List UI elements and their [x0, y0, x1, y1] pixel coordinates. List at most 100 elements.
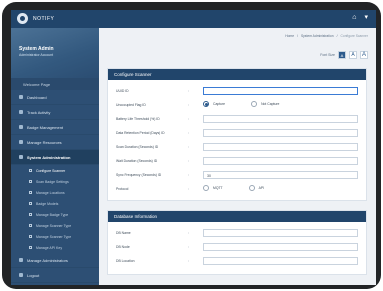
field-sync-frequency: Sync Frequency (Seconds) ID : 30: [108, 168, 366, 182]
db-node-input[interactable]: [203, 243, 358, 251]
radio-not-capture[interactable]: Not Capture: [251, 101, 279, 107]
logout-icon: [19, 273, 23, 277]
radio-mqtt[interactable]: MQTT: [203, 185, 223, 191]
field-colon: :: [188, 230, 190, 235]
breadcrumb-separator: /: [336, 34, 338, 38]
subitem-label: Scan Badge Settings: [36, 179, 69, 184]
subitem-label: Badge Models: [36, 201, 59, 206]
uuid-input[interactable]: [203, 87, 358, 95]
radio-unselected-icon: [248, 185, 255, 191]
dashboard-icon: [19, 95, 23, 99]
subitem-manage-badge-type[interactable]: Manage Badge Type: [11, 209, 99, 220]
radio-label: Capture: [213, 102, 226, 106]
field-label: DB Node: [116, 245, 130, 249]
welcome-link[interactable]: Welcome Page: [11, 78, 99, 90]
field-colon: :: [188, 186, 190, 191]
font-size-label: Font Size: [320, 53, 335, 57]
subitem-manage-api-key[interactable]: Manage API Key: [11, 242, 99, 253]
app-screen: NOTIFY ⌂ ▾ System Admin Administrator Ac…: [11, 10, 376, 285]
sidebar-item-manage-resources[interactable]: Manage Resources: [11, 135, 99, 150]
model-icon: [29, 202, 32, 205]
field-label: Battery Life Threshold (%) ID: [116, 117, 160, 121]
sidebar-item-badge-management[interactable]: Badge Management: [11, 120, 99, 135]
breadcrumb-row: Home / System Administration / Configure…: [99, 28, 376, 42]
battery-life-input[interactable]: [203, 115, 358, 123]
sidebar-item-manage-administrators[interactable]: Manage Administrators: [11, 253, 99, 268]
field-scan-duration: Scan Duration (Seconds) ID :: [108, 140, 366, 154]
profile-subtitle: Administrator Account: [19, 53, 54, 57]
radio-label: Not Capture: [261, 102, 280, 106]
subitem-manage-scanner-type-2[interactable]: Manage Scanner Type: [11, 231, 99, 242]
subitem-manage-locations[interactable]: Manage Locations: [11, 187, 99, 198]
top-bar: NOTIFY ⌂ ▾: [11, 10, 376, 28]
radio-label: API: [258, 186, 265, 190]
home-icon[interactable]: ⌂: [352, 14, 356, 22]
subitem-scan-badge-settings[interactable]: Scan Badge Settings: [11, 176, 99, 187]
field-unoccupied-flag: Unoccupied Flag ID : Capture Not Capture: [108, 98, 366, 112]
users-icon: [19, 258, 23, 262]
field-battery-life: Battery Life Threshold (%) ID :: [108, 112, 366, 126]
profile-panel: System Admin Administrator Account: [11, 28, 99, 78]
profile-title: System Admin: [19, 46, 54, 52]
subitem-label: Manage Scanner Type: [36, 223, 72, 228]
wait-duration-input[interactable]: [203, 157, 358, 165]
breadcrumb-home[interactable]: Home: [285, 34, 294, 38]
sidebar-item-label: Badge Management: [27, 124, 64, 130]
tablet-frame: NOTIFY ⌂ ▾ System Admin Administrator Ac…: [2, 2, 381, 289]
sidebar-item-label: Manage Administrators: [27, 257, 68, 263]
field-uuid: UUID ID :: [108, 84, 366, 98]
configure-scanner-header: Configure Scanner: [108, 69, 366, 80]
sidebar-item-track-activity[interactable]: Track Activity: [11, 105, 99, 120]
app-name: NOTIFY: [33, 15, 55, 22]
radio-label: MQTT: [213, 186, 223, 190]
field-db-node: DB Node :: [108, 240, 366, 254]
field-label: Sync Frequency (Seconds) ID: [116, 173, 162, 177]
subitem-badge-models[interactable]: Badge Models: [11, 198, 99, 209]
top-icons: ⌂ ▾: [352, 14, 368, 22]
subitem-label: Configure Scanner: [36, 168, 66, 173]
field-wait-duration: Wait Duration (Seconds) ID :: [108, 154, 366, 168]
font-size-large-button[interactable]: A: [360, 51, 368, 59]
font-size-control: Font Size A A A: [320, 51, 368, 59]
scanner-type-icon: [29, 235, 32, 238]
field-label: DB Name: [116, 231, 131, 235]
field-db-name: DB Name :: [108, 226, 366, 240]
key-icon: [29, 246, 32, 249]
settings-icon: [29, 180, 32, 183]
sidebar-item-label: Track Activity: [27, 109, 51, 115]
sidebar-nav: Dashboard Track Activity Badge Managemen…: [11, 90, 99, 283]
db-name-input[interactable]: [203, 229, 358, 237]
database-information-card: Database Information DB Name : DB Node :…: [107, 210, 367, 275]
field-colon: :: [188, 244, 190, 249]
scan-duration-input[interactable]: [203, 143, 358, 151]
font-size-small-button[interactable]: A: [338, 51, 346, 59]
radio-capture[interactable]: Capture: [203, 101, 225, 107]
database-information-header: Database Information: [108, 211, 366, 222]
field-colon: :: [188, 258, 190, 263]
main-content: Home / System Administration / Configure…: [99, 28, 376, 285]
sidebar-item-label: System Administration: [27, 154, 71, 160]
radio-api[interactable]: API: [248, 185, 265, 191]
field-colon: :: [188, 102, 190, 107]
radio-unselected-icon: [203, 185, 209, 191]
field-label: DB Location: [116, 259, 135, 263]
subitem-configure-scanner[interactable]: Configure Scanner: [11, 165, 99, 176]
field-label: Data Retention Period (Days) ID: [116, 131, 165, 135]
sidebar-item-logout[interactable]: Logout: [11, 268, 99, 283]
caret-down-icon[interactable]: ▾: [364, 14, 368, 22]
sidebar-item-system-administration[interactable]: System Administration: [11, 150, 99, 165]
db-location-input[interactable]: [203, 257, 358, 265]
font-size-medium-button[interactable]: A: [349, 51, 357, 59]
subitem-manage-scanner-type[interactable]: Manage Scanner Type: [11, 220, 99, 231]
data-retention-input[interactable]: [203, 129, 358, 137]
sync-frequency-input[interactable]: 30: [203, 171, 358, 179]
brand[interactable]: NOTIFY: [17, 13, 54, 24]
field-colon: :: [188, 172, 190, 177]
field-protocol: Protocol : MQTT API: [108, 182, 366, 196]
sidebar-item-label: Logout: [27, 272, 40, 278]
breadcrumb-separator: /: [297, 34, 298, 38]
subitem-label: Manage API Key: [36, 245, 63, 250]
breadcrumb-section[interactable]: System Administration: [301, 34, 334, 38]
sidebar-item-dashboard[interactable]: Dashboard: [11, 90, 99, 105]
protocol-radios: MQTT API: [203, 185, 264, 191]
